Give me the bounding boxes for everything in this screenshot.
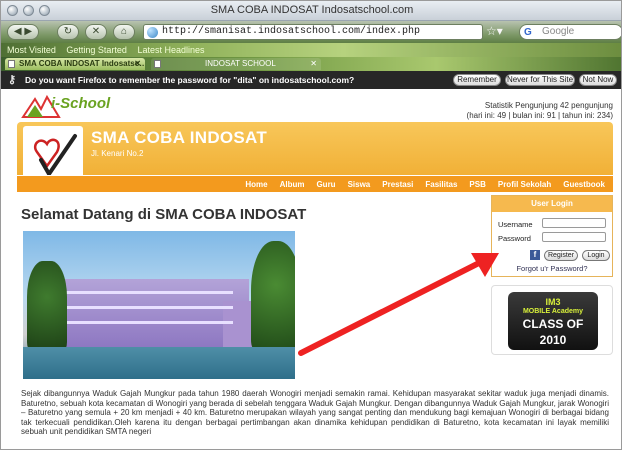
im3-badge: IM3 MOBILE Academy CLASS OF 2010 — [508, 292, 598, 350]
close-tab-icon[interactable]: ✕ — [310, 58, 317, 70]
menu-guestbook[interactable]: Guestbook — [563, 176, 605, 193]
search-input[interactable]: G Google — [519, 24, 621, 40]
stats-line-1: Statistik Pengunjung 42 pengunjung — [484, 101, 613, 110]
navigation-toolbar: ◀ ▶ ↻ ✕ ⌂ http://smanisat.indosatschool.… — [1, 21, 621, 43]
notification-message: Do you want Firefox to remember the pass… — [25, 75, 355, 85]
user-login-box: User Login Username Password f Register … — [491, 195, 613, 277]
tab-sma-coba-indosat[interactable]: SMA COBA INDOSAT Indosatsc… ✕ — [5, 58, 145, 70]
menu-siswa[interactable]: Siswa — [348, 176, 371, 193]
page-icon — [154, 60, 161, 68]
search-placeholder: Google — [542, 26, 575, 37]
stats-line-2: (hari ini: 49 | bulan ini: 91 | tahun in… — [466, 111, 613, 120]
username-input[interactable] — [542, 218, 606, 228]
never-for-this-site-button[interactable]: Never for This Site — [505, 74, 575, 86]
im3-mobile-academy-banner[interactable]: IM3 MOBILE Academy CLASS OF 2010 — [491, 285, 613, 355]
forgot-password-link[interactable]: Forgot u'r Password? — [492, 264, 612, 273]
class-of-2010-text: CLASS OF 2010 — [522, 317, 584, 347]
stop-icon: ✕ — [91, 26, 101, 37]
password-notification-bar: ⚷ Do you want Firefox to remember the pa… — [1, 71, 621, 89]
site-icon — [147, 27, 158, 38]
reload-icon: ↻ — [63, 26, 73, 37]
page-title: Selamat Datang di SMA COBA INDOSAT — [21, 206, 307, 223]
reload-button[interactable]: ↻ — [57, 24, 79, 40]
intro-paragraph: Sejak dibangunnya Waduk Gajah Mungkur pa… — [21, 389, 609, 436]
menu-psb[interactable]: PSB — [469, 176, 485, 193]
visitor-statistics: Statistik Pengunjung 42 pengunjung (hari… — [467, 101, 613, 121]
bookmark-star-icon[interactable]: ☆▾ — [486, 24, 503, 38]
login-button[interactable]: Login — [582, 250, 610, 261]
school-photo — [23, 231, 295, 379]
password-input[interactable] — [542, 232, 606, 242]
google-icon: G — [524, 27, 532, 38]
key-icon: ⚷ — [8, 74, 17, 86]
tab-label: INDOSAT SCHOOL — [205, 59, 276, 68]
mobile-academy-text: MOBILE Academy — [522, 308, 584, 315]
tab-indosat-school[interactable]: INDOSAT SCHOOL ✕ — [151, 58, 321, 70]
window-title: SMA COBA INDOSAT Indosatschool.com — [210, 4, 414, 16]
not-now-button[interactable]: Not Now — [579, 74, 617, 86]
back-arrow-icon: ◀ ▶ — [13, 26, 33, 37]
menu-profil-sekolah[interactable]: Profil Sekolah — [498, 176, 551, 193]
menu-home[interactable]: Home — [245, 176, 267, 193]
url-bar[interactable]: http://smanisat.indosatschool.com/index.… — [143, 24, 483, 40]
menu-fasilitas[interactable]: Fasilitas — [425, 176, 457, 193]
browser-window: SMA COBA INDOSAT Indosatschool.com ◀ ▶ ↻… — [0, 0, 622, 450]
password-label: Password — [498, 234, 531, 243]
bookmarks-bar: Most Visited Getting Started Latest Head… — [1, 43, 621, 57]
menu-prestasi[interactable]: Prestasi — [382, 176, 413, 193]
title-bar: SMA COBA INDOSAT Indosatschool.com — [1, 1, 621, 21]
web-page: i-School Statistik Pengunjung 42 pengunj… — [1, 89, 621, 449]
site-address: Jl. Kenari No.2 — [91, 149, 144, 158]
register-button[interactable]: Register — [544, 250, 578, 261]
page-icon — [8, 60, 15, 68]
tab-strip: SMA COBA INDOSAT Indosatsc… ✕ INDOSAT SC… — [1, 57, 621, 71]
stop-button[interactable]: ✕ — [85, 24, 107, 40]
url-text: http://smanisat.indosatschool.com/index.… — [162, 26, 421, 37]
bookmark-latest-headlines[interactable]: Latest Headlines — [137, 45, 204, 55]
bookmark-most-visited[interactable]: Most Visited — [7, 45, 56, 55]
close-tab-icon[interactable]: ✕ — [134, 58, 141, 70]
username-label: Username — [498, 220, 533, 229]
login-title: User Login — [492, 196, 612, 212]
site-name: SMA COBA INDOSAT — [91, 128, 268, 147]
im3-text: IM3 — [545, 297, 561, 307]
back-button[interactable]: ◀ ▶ — [7, 24, 39, 40]
logo-text: i-School — [51, 95, 111, 112]
home-icon: ⌂ — [120, 26, 128, 37]
facebook-icon[interactable]: f — [530, 250, 540, 260]
menu-album[interactable]: Album — [280, 176, 305, 193]
main-menu: Home Album Guru Siswa Prestasi Fasilitas… — [17, 175, 613, 192]
bookmark-getting-started[interactable]: Getting Started — [66, 45, 127, 55]
remember-button[interactable]: Remember — [453, 74, 501, 86]
menu-guru[interactable]: Guru — [316, 176, 335, 193]
tab-label: SMA COBA INDOSAT Indosatsc… — [19, 59, 145, 68]
home-button[interactable]: ⌂ — [113, 24, 135, 40]
ischool-logo[interactable]: i-School — [21, 93, 131, 119]
